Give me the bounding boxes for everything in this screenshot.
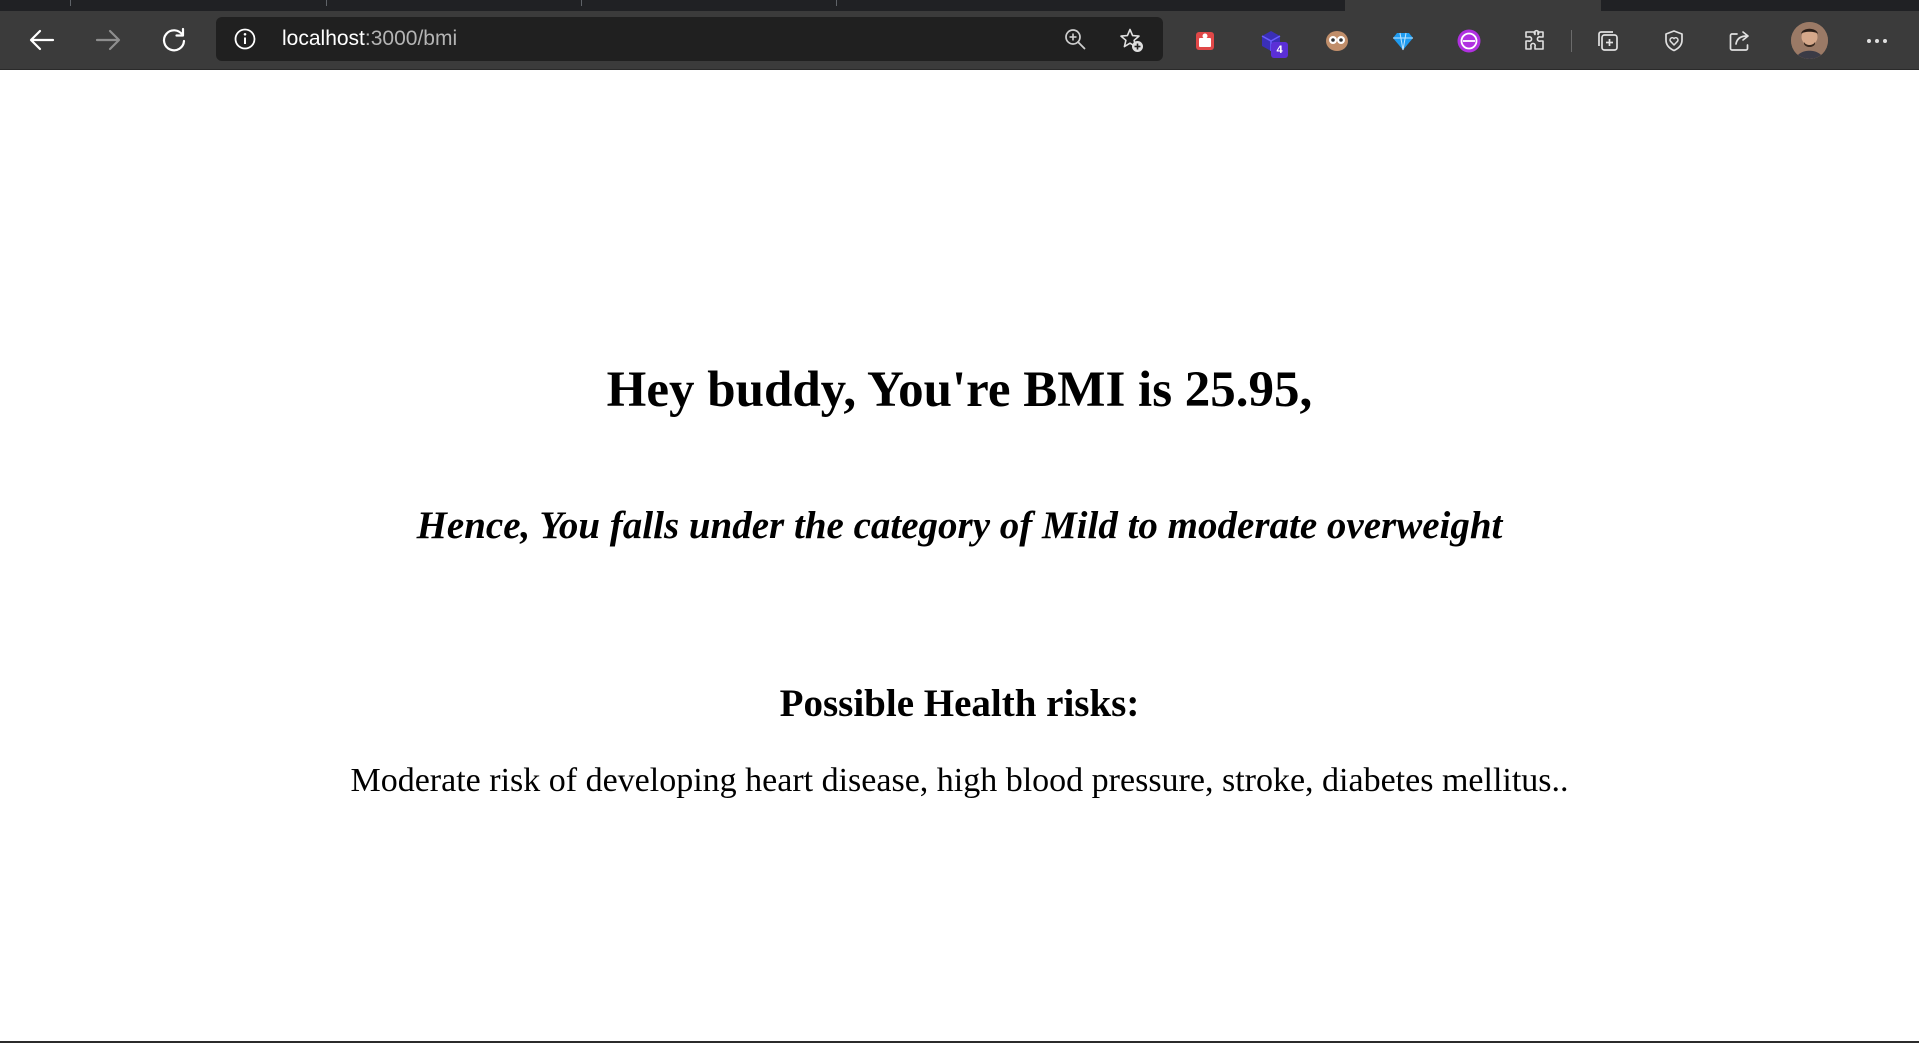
url-text[interactable]: localhost:3000/bmi: [282, 17, 457, 61]
browser-essentials-button[interactable]: [1661, 28, 1687, 54]
extension-diamond-icon[interactable]: [1390, 28, 1416, 54]
health-risks-text: Moderate risk of developing heart diseas…: [350, 762, 1569, 799]
refresh-button[interactable]: [150, 11, 198, 69]
zoom-in-icon[interactable]: [1064, 28, 1086, 50]
profile-avatar[interactable]: [1791, 22, 1828, 59]
puzzle-icon: [1525, 29, 1544, 50]
url-path: :3000/bmi: [364, 27, 458, 50]
bmi-result-heading: Hey buddy, You're BMI is 25.95,: [606, 362, 1313, 418]
active-tab[interactable]: [1345, 0, 1601, 11]
arrow-right-icon: [95, 29, 121, 51]
share-icon: [1729, 31, 1749, 51]
collections-button[interactable]: [1595, 28, 1621, 54]
tab-separator: [70, 0, 71, 6]
purple-ext-icon: [1457, 29, 1481, 53]
extensions-button[interactable]: [1522, 28, 1548, 54]
extension-purple-icon[interactable]: [1456, 28, 1482, 54]
tab-strip: [0, 0, 1919, 11]
info-icon[interactable]: [234, 28, 256, 50]
address-bar[interactable]: localhost:3000/bmi: [216, 17, 1163, 61]
more-dots-icon: [1867, 39, 1887, 43]
add-favorite-icon[interactable]: [1118, 27, 1144, 53]
share-button[interactable]: [1727, 28, 1753, 54]
page-content: Hey buddy, You're BMI is 25.95, Hence, Y…: [0, 70, 1919, 1041]
tab-separator: [836, 0, 837, 6]
owl-ext-icon: [1326, 31, 1348, 51]
heart-shield-icon: [1665, 30, 1683, 52]
back-button[interactable]: [18, 11, 66, 69]
forward-button[interactable]: [84, 11, 132, 69]
tab-separator: [581, 0, 582, 6]
extension-owl-icon[interactable]: [1324, 28, 1350, 54]
health-risks-heading: Possible Health risks:: [779, 682, 1140, 725]
bmi-category-text: Hence, You falls under the category of M…: [416, 504, 1503, 547]
tab-separator: [326, 0, 327, 6]
extension-red-icon[interactable]: [1192, 28, 1218, 54]
collections-icon: [1598, 31, 1618, 51]
settings-more-button[interactable]: [1864, 28, 1890, 54]
extension-badge: 4: [1271, 42, 1288, 58]
avatar-image: [1791, 22, 1828, 59]
calendar-ext-icon: [1196, 32, 1214, 50]
toolbar-divider: [1571, 30, 1572, 52]
refresh-icon: [162, 27, 186, 52]
diamond-ext-icon: [1393, 32, 1413, 51]
browser-toolbar: localhost:3000/bmi 4: [0, 11, 1919, 70]
arrow-left-icon: [29, 29, 55, 51]
url-host: localhost: [282, 27, 365, 50]
